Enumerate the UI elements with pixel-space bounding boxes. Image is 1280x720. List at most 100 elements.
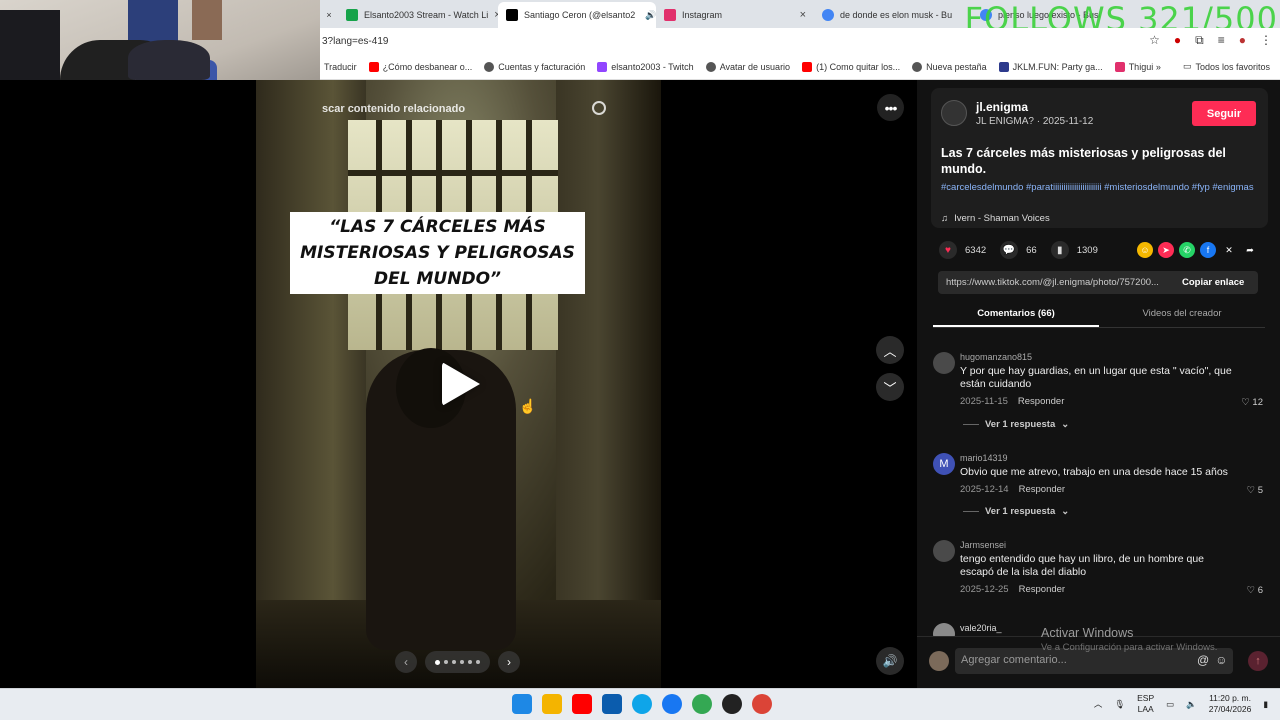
commenter-name[interactable]: mario14319	[960, 453, 1008, 463]
speaker-icon[interactable]: 🔊	[645, 10, 656, 21]
author-handle[interactable]: jl.enigma	[976, 100, 1028, 114]
save-stat[interactable]: ▮ 1309	[1050, 241, 1098, 259]
x-icon[interactable]: ✕	[1221, 242, 1237, 258]
clock[interactable]: 11:20 p. m. 27/04/2026	[1209, 693, 1252, 715]
emoji-icon[interactable]: ☺	[1215, 653, 1227, 667]
commenter-name[interactable]: vale20ria_	[960, 623, 1002, 633]
menu-icon[interactable]: ⋮	[1260, 33, 1272, 48]
tab-tiktok[interactable]: Santiago Ceron (@elsanto2 🔊 ×	[498, 2, 656, 28]
all-bookmarks[interactable]: » ▭ Todos los favoritos	[1155, 61, 1270, 72]
commenter-name[interactable]: hugomanzano815	[960, 352, 1032, 362]
tab-comments[interactable]: Comentarios (66)	[933, 304, 1099, 327]
network-icon[interactable]: ▭	[1166, 699, 1174, 710]
facebook-icon[interactable]	[662, 694, 682, 714]
tab-instagram[interactable]: Instagram ×	[656, 2, 814, 28]
post-music[interactable]: ♫ Ivern - Shaman Voices	[941, 213, 1050, 224]
share-repost-icon[interactable]: ☺	[1137, 242, 1153, 258]
comment-like[interactable]: ♡ 12	[1241, 397, 1263, 408]
file-explorer-icon[interactable]	[542, 694, 562, 714]
whatsapp-icon[interactable]: ✆	[1179, 242, 1195, 258]
language-indicator[interactable]: ESP LAA	[1137, 693, 1154, 715]
microphone-icon[interactable]: 🎙	[1114, 699, 1125, 710]
heart-outline-icon[interactable]: ♡	[1247, 485, 1256, 496]
bookmark-quitar[interactable]: (1) Como quitar los...	[802, 61, 900, 72]
carousel-dot[interactable]	[444, 660, 448, 664]
share-send-icon[interactable]: ➤	[1158, 242, 1174, 258]
bookmark-jklm[interactable]: JKLM.FUN: Party ga...	[998, 61, 1103, 72]
comment-stat[interactable]: 💬 66	[1000, 241, 1037, 259]
bookmark-cuentas[interactable]: Cuentas y facturación	[484, 61, 585, 72]
reply-button[interactable]: Responder	[1019, 484, 1065, 495]
search-icon[interactable]	[592, 101, 606, 115]
bookmark-icon[interactable]: ▮	[1050, 241, 1069, 259]
commenter-avatar[interactable]: M	[933, 453, 955, 475]
bookmark-traducir[interactable]: Traducir	[324, 62, 357, 72]
tab-close-icon[interactable]: ×	[320, 2, 338, 28]
play-icon[interactable]	[442, 362, 480, 406]
tab-creator-videos[interactable]: Videos del creador	[1099, 304, 1265, 327]
send-comment-button[interactable]: ↑	[1248, 651, 1268, 671]
media-icon[interactable]: ≡	[1218, 33, 1225, 48]
url-text[interactable]: 3?lang=es-419	[322, 36, 388, 47]
commenter-name[interactable]: Jarmsensei	[960, 540, 1006, 550]
like-stat[interactable]: ♥ 6342	[939, 241, 986, 259]
mention-icon[interactable]: @	[1197, 653, 1209, 667]
reply-button[interactable]: Responder	[1019, 584, 1065, 595]
commenter-avatar[interactable]	[933, 540, 955, 562]
volume-button[interactable]: 🔊	[876, 647, 904, 675]
carousel-dot[interactable]	[468, 660, 472, 664]
carousel-dot[interactable]	[476, 660, 480, 664]
chevron-right-icon[interactable]: »	[1156, 62, 1161, 72]
facebook-icon[interactable]: f	[1200, 242, 1216, 258]
bookmark-nueva-pestana[interactable]: Nueva pestaña	[912, 61, 987, 72]
commenter-avatar[interactable]	[933, 352, 955, 374]
comment-icon[interactable]: 💬	[1000, 241, 1019, 259]
tab-elsanto-stream[interactable]: Elsanto2003 Stream - Watch Li ×	[338, 2, 498, 28]
edge-icon[interactable]	[632, 694, 652, 714]
post-hashtags[interactable]: #carcelesdelmundo #paratiiiiiiiiiiiiiiii…	[941, 182, 1261, 194]
bookmark-desbanear[interactable]: ¿Cómo desbanear o...	[368, 61, 472, 72]
obs-icon[interactable]	[722, 694, 742, 714]
heart-outline-icon[interactable]: ♡	[1247, 585, 1256, 596]
windows-start-icon[interactable]	[512, 694, 532, 714]
carousel-dot[interactable]	[452, 660, 456, 664]
store-icon[interactable]	[602, 694, 622, 714]
comment-like[interactable]: ♡ 6	[1247, 585, 1263, 596]
carousel-next-button[interactable]: ›	[498, 651, 520, 673]
view-replies-button[interactable]: Ver 1 respuesta ⌄	[963, 419, 1069, 430]
bookmark-label: Avatar de usuario	[719, 61, 791, 72]
star-icon[interactable]: ☆	[1149, 33, 1160, 48]
heart-outline-icon[interactable]: ♡	[1241, 397, 1250, 408]
previous-post-button[interactable]: ︿	[876, 336, 904, 364]
chrome-icon[interactable]	[692, 694, 712, 714]
heart-icon[interactable]: ♥	[939, 241, 957, 259]
profile-icon[interactable]: ●	[1239, 33, 1246, 48]
chrome-alt-icon[interactable]	[752, 694, 772, 714]
post-link[interactable]: https://www.tiktok.com/@jl.enigma/photo/…	[938, 277, 1170, 288]
follow-button[interactable]: Seguir	[1192, 101, 1256, 126]
carousel-prev-button[interactable]: ‹	[395, 651, 417, 673]
copy-link-button[interactable]: Copiar enlace	[1170, 277, 1244, 288]
tab-google-elon[interactable]: de donde es elon musk - Bu	[814, 2, 972, 28]
related-search-input[interactable]: scar contenido relacionado	[320, 96, 616, 122]
chevron-up-icon[interactable]: ︿	[1094, 698, 1103, 710]
carousel-dot[interactable]	[460, 660, 464, 664]
bookmark-avatar[interactable]: Avatar de usuario	[705, 61, 791, 72]
carousel-dot[interactable]	[435, 659, 440, 665]
opera-icon[interactable]: ●	[1174, 33, 1181, 48]
volume-icon[interactable]: 🔈	[1186, 699, 1197, 710]
close-icon[interactable]: ×	[800, 9, 806, 21]
view-replies-button[interactable]: Ver 1 respuesta ⌄	[963, 506, 1069, 517]
youtube-icon[interactable]	[572, 694, 592, 714]
bookmark-twitch[interactable]: elsanto2003 - Twitch	[597, 61, 694, 72]
share-arrow-icon[interactable]: ➦	[1242, 242, 1258, 258]
comment-like[interactable]: ♡ 5	[1247, 485, 1263, 496]
streamer-cap	[128, 40, 210, 80]
more-options-button[interactable]: •••	[877, 94, 904, 121]
notification-icon[interactable]: ▮	[1263, 699, 1268, 710]
reply-button[interactable]: Responder	[1018, 396, 1064, 407]
extensions-icon[interactable]: ⧉	[1195, 33, 1204, 48]
address-bar[interactable]: 3?lang=es-419 ☆ ● ⧉ ≡ ● ⋮	[320, 28, 1280, 54]
next-post-button[interactable]: ﹀	[876, 373, 904, 401]
author-avatar[interactable]	[941, 100, 967, 126]
